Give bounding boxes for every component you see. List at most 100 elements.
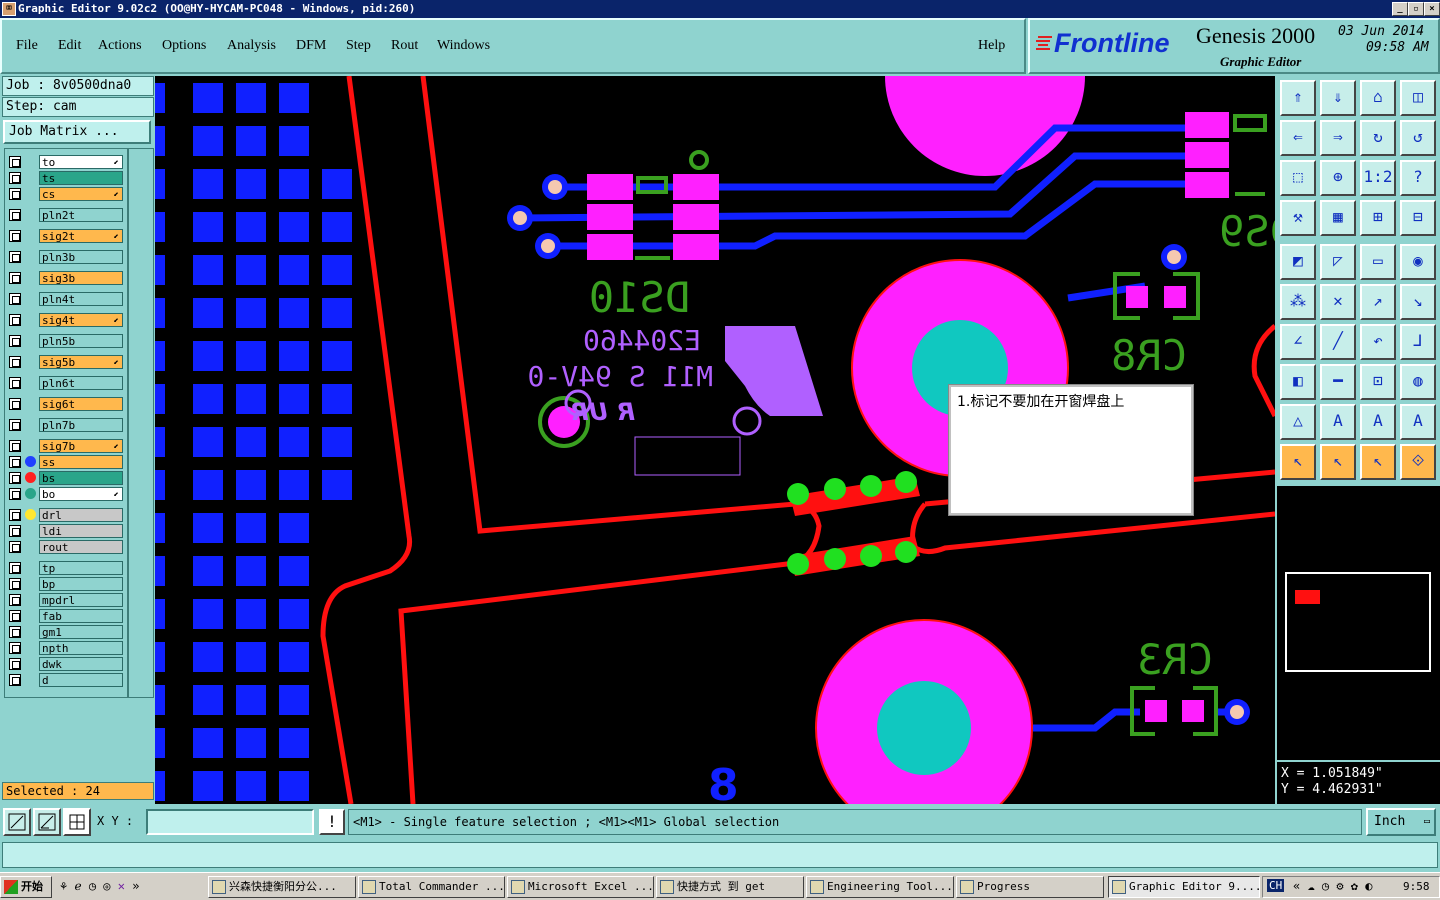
layer-name[interactable]: fab <box>39 609 123 623</box>
layer-row-sig2t[interactable]: sig2t ⬋ <box>7 229 123 243</box>
overview-viewport[interactable] <box>1295 590 1320 604</box>
move-left-icon[interactable]: ⇐ <box>1280 120 1316 156</box>
layer-row-tp[interactable]: tp <box>7 561 123 575</box>
window-icon[interactable]: ◫ <box>1400 80 1436 116</box>
note-popup[interactable]: 1.标记不要加在开窗焊盘上 <box>948 384 1194 516</box>
a-icon[interactable]: A <box>1320 404 1356 440</box>
layer-name[interactable]: pln7b <box>39 418 123 432</box>
layer-checkbox[interactable] <box>9 188 21 200</box>
ratio-icon[interactable]: 1:2 <box>1360 160 1396 196</box>
fit-icon[interactable]: ⬚ <box>1280 160 1316 196</box>
layer-name[interactable]: ss <box>39 455 123 469</box>
pad-icon[interactable]: ◉ <box>1400 244 1436 280</box>
layer-checkbox[interactable] <box>9 156 21 168</box>
layer-name[interactable]: bp <box>39 577 123 591</box>
tools-icon[interactable]: ⚒ <box>1280 200 1316 236</box>
group-icon[interactable]: ◍ <box>1400 364 1436 400</box>
alert-icon[interactable]: ! <box>319 809 345 835</box>
help-icon[interactable]: ? <box>1400 160 1436 196</box>
taskbar-item[interactable]: 快捷方式 到 get <box>656 876 804 898</box>
taskbar-item[interactable]: Progress <box>956 876 1104 898</box>
angle-icon[interactable]: ∠ <box>1280 324 1316 360</box>
zoom-box-icon[interactable] <box>3 808 31 836</box>
close-button[interactable]: × <box>1424 2 1440 16</box>
overview-frame[interactable] <box>1285 572 1431 672</box>
layer-name[interactable]: sig5b ⬋ <box>39 355 123 369</box>
layer-row-pln2t[interactable]: pln2t <box>7 208 123 222</box>
menu-analysis[interactable]: Analysis <box>227 38 276 54</box>
menu-edit[interactable]: Edit <box>58 38 81 54</box>
layer-row-sig6t[interactable]: sig6t <box>7 397 123 411</box>
layer-checkbox[interactable] <box>9 335 21 347</box>
layer-row-pln7b[interactable]: pln7b <box>7 418 123 432</box>
layer-row-rout[interactable]: rout <box>7 540 123 554</box>
menu-options[interactable]: Options <box>162 38 206 54</box>
job-matrix-button[interactable]: Job Matrix ... <box>3 120 151 144</box>
layer-row-pln4t[interactable]: pln4t <box>7 292 123 306</box>
select-area-icon[interactable]: ◩ <box>1280 244 1316 280</box>
layer-row-bs[interactable]: bs <box>7 471 123 485</box>
layer-name[interactable]: to ⬋ <box>39 155 123 169</box>
layer-name[interactable]: bs <box>39 471 123 485</box>
move-up-icon[interactable]: ⇑ <box>1280 80 1316 116</box>
grid-icon[interactable]: ▦ <box>1320 200 1356 236</box>
layer-checkbox[interactable] <box>9 674 21 686</box>
layer-name[interactable]: drl <box>39 508 123 522</box>
layer-row-mpdrl[interactable]: mpdrl <box>7 593 123 607</box>
menu-actions[interactable]: Actions <box>98 38 142 54</box>
language-indicator[interactable]: CH <box>1267 879 1285 892</box>
layer-checkbox[interactable] <box>9 472 21 484</box>
layer-row-ss[interactable]: ss <box>7 455 123 469</box>
layer-name[interactable]: sig2t ⬋ <box>39 229 123 243</box>
layer-checkbox[interactable] <box>9 541 21 553</box>
layer-row-sig5b[interactable]: sig5b ⬋ <box>7 355 123 369</box>
edit-shape-icon[interactable]: ◸ <box>1320 244 1356 280</box>
layer-checkbox[interactable] <box>9 293 21 305</box>
pointer-icon[interactable]: ↖ <box>1280 444 1316 480</box>
layer-checkbox[interactable] <box>9 419 21 431</box>
layer-name[interactable]: gm1 <box>39 625 123 639</box>
line-icon[interactable]: ╱ <box>1320 324 1356 360</box>
layer-row-pln3b[interactable]: pln3b <box>7 250 123 264</box>
menu-rout[interactable]: Rout <box>391 38 418 54</box>
drag-icon[interactable]: ↗ <box>1360 284 1396 320</box>
route-icon[interactable]: ⟐ <box>1400 444 1436 480</box>
flip-icon[interactable]: ↻ <box>1360 120 1396 156</box>
minimize-button[interactable]: _ <box>1392 2 1408 16</box>
layer-name[interactable]: pln4t <box>39 292 123 306</box>
move-down-icon[interactable]: ⇓ <box>1320 80 1356 116</box>
layer-name[interactable]: bo ⬋ <box>39 487 123 501</box>
layer-name[interactable]: ts <box>39 171 123 185</box>
layer-checkbox[interactable] <box>9 230 21 242</box>
layer-name[interactable]: mpdrl <box>39 593 123 607</box>
menu-windows[interactable]: Windows <box>437 38 490 54</box>
layer-row-d[interactable]: d <box>7 673 123 687</box>
arc-icon[interactable]: ↶ <box>1360 324 1396 360</box>
layer-name[interactable]: sig7b ⬋ <box>39 439 123 453</box>
layer-row-sig7b[interactable]: sig7b ⬋ <box>7 439 123 453</box>
taskbar-item[interactable]: Microsoft Excel ... <box>507 876 654 898</box>
msn-icon[interactable]: ⚘ <box>60 879 67 893</box>
ie-icon[interactable]: ℯ <box>74 879 81 893</box>
layer-checkbox[interactable] <box>9 658 21 670</box>
layer-checkbox[interactable] <box>9 456 21 468</box>
pointer-select-icon[interactable]: ↖ <box>1360 444 1396 480</box>
dimension-icon[interactable]: ⊡ <box>1360 364 1396 400</box>
measure-icon[interactable] <box>33 808 61 836</box>
layer-name[interactable]: sig4t ⬋ <box>39 313 123 327</box>
taskbar-item[interactable]: Engineering Tool... <box>806 876 954 898</box>
xy-input[interactable] <box>146 809 314 835</box>
layer-checkbox[interactable] <box>9 398 21 410</box>
taskbar-item[interactable]: Total Commander ... <box>358 876 505 898</box>
layer-name[interactable]: pln2t <box>39 208 123 222</box>
layer-name[interactable]: d <box>39 673 123 687</box>
layer-row-bp[interactable]: bp <box>7 577 123 591</box>
a-outline-icon[interactable]: A <box>1360 404 1396 440</box>
layer-checkbox[interactable] <box>9 172 21 184</box>
layer-row-ts[interactable]: ts <box>7 171 123 185</box>
layer-checkbox[interactable] <box>9 578 21 590</box>
layer-name[interactable]: pln3b <box>39 250 123 264</box>
menu-step[interactable]: Step <box>346 38 371 54</box>
clock-app-icon[interactable]: ◷ <box>89 879 96 893</box>
layer-row-pln6t[interactable]: pln6t <box>7 376 123 390</box>
